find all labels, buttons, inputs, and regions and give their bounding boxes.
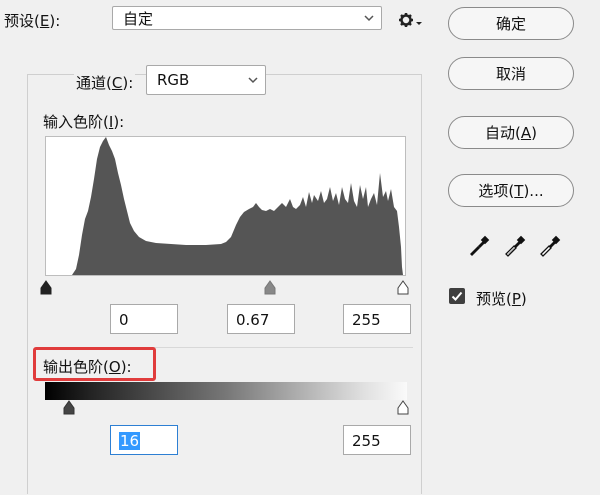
input-gamma-slider-handle[interactable]: [262, 280, 278, 295]
white-point-eyedropper-icon[interactable]: [537, 234, 561, 258]
input-shadow-slider-handle[interactable]: [38, 280, 54, 295]
options-button[interactable]: 选项(T)...: [448, 174, 574, 207]
preview-checkbox[interactable]: [449, 288, 465, 304]
output-highlight-slider-handle[interactable]: [395, 400, 411, 415]
output-levels-highlight-box: [33, 347, 156, 381]
auto-button[interactable]: 自动(A): [448, 116, 574, 149]
input-shadow-field[interactable]: 0: [110, 304, 178, 334]
cancel-button[interactable]: 取消: [448, 57, 574, 90]
channel-label: 通道(C):: [74, 72, 136, 93]
input-highlight-field[interactable]: 255: [343, 304, 411, 334]
output-shadow-field[interactable]: 16: [110, 425, 178, 455]
output-shadow-slider-handle[interactable]: [61, 400, 77, 415]
chevron-down-icon: [364, 15, 374, 22]
chevron-down-icon: [248, 77, 258, 84]
input-gamma-field[interactable]: 0.67: [227, 304, 295, 334]
channel-select[interactable]: RGB: [146, 65, 266, 95]
ok-button[interactable]: 确定: [448, 7, 574, 40]
preset-options-gear-icon[interactable]: [398, 10, 424, 30]
input-highlight-slider-handle[interactable]: [395, 280, 411, 295]
input-levels-label: 输入色阶(I):: [43, 113, 125, 131]
histogram: [45, 136, 406, 276]
output-highlight-field[interactable]: 255: [343, 425, 411, 455]
preset-value: 自定: [123, 9, 154, 28]
preset-label: 预设(E):: [4, 12, 61, 30]
preset-select[interactable]: 自定: [112, 6, 382, 30]
black-point-eyedropper-icon[interactable]: [466, 234, 490, 258]
output-gradient-bar: [45, 382, 407, 400]
checkmark-icon: [451, 291, 463, 301]
gray-point-eyedropper-icon[interactable]: [502, 234, 526, 258]
preview-label: 预览(P): [476, 290, 527, 308]
output-shadow-value: 16: [119, 432, 141, 450]
channel-value: RGB: [157, 71, 190, 89]
